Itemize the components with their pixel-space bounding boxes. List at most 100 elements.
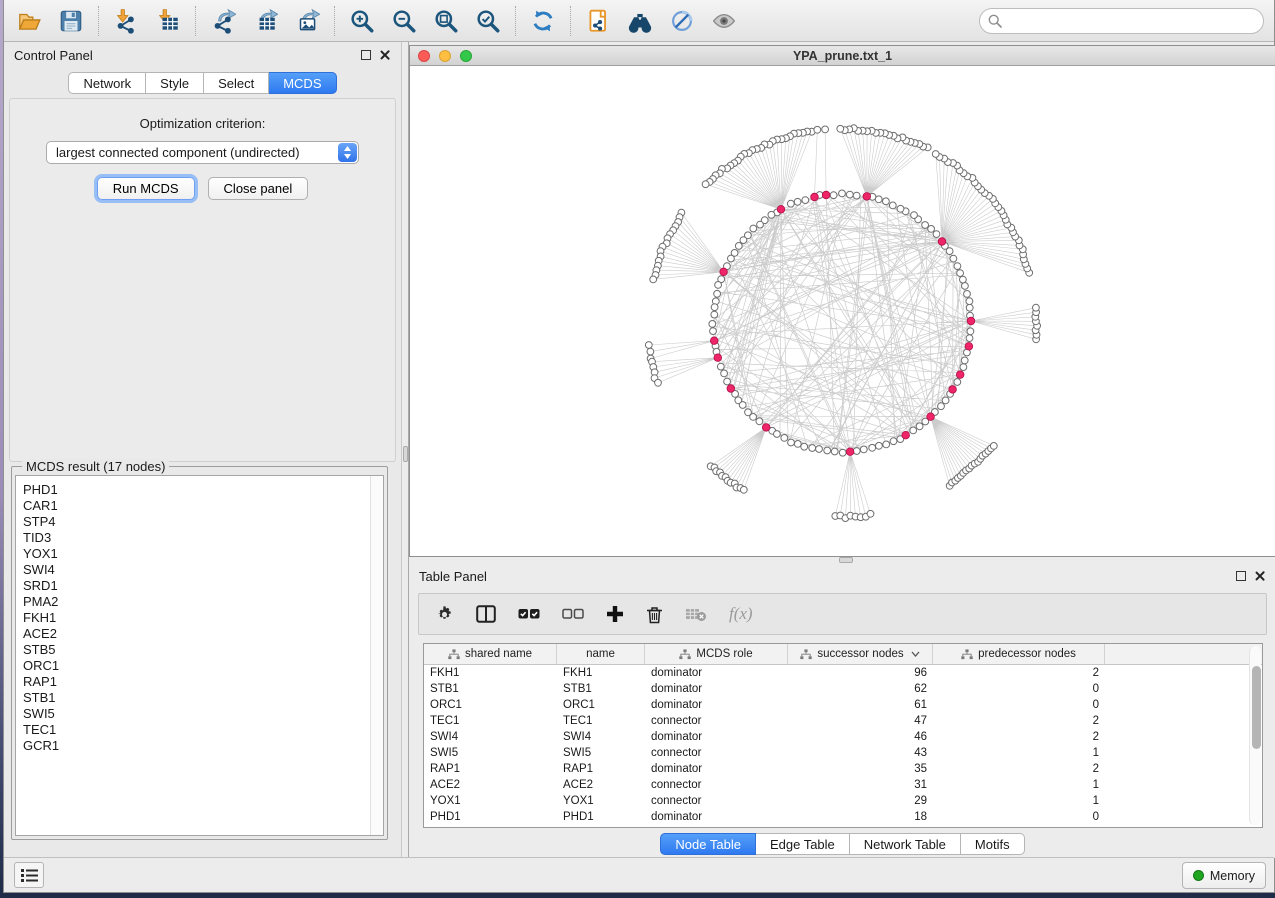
import-network-button[interactable] bbox=[111, 6, 141, 36]
cell-mcds-role[interactable]: dominator bbox=[645, 665, 788, 681]
cell-successor-nodes[interactable]: 43 bbox=[788, 745, 933, 761]
export-table-button[interactable] bbox=[250, 6, 280, 36]
cell-predecessor-nodes[interactable]: 0 bbox=[933, 697, 1105, 713]
network-graph[interactable] bbox=[410, 66, 1275, 556]
tab-mcds[interactable]: MCDS bbox=[269, 72, 336, 94]
float-panel-icon[interactable] bbox=[361, 50, 371, 60]
column-header-mcds-role[interactable]: MCDS role bbox=[645, 644, 788, 664]
cell-shared-name[interactable]: STB1 bbox=[424, 681, 557, 697]
cell-successor-nodes[interactable]: 31 bbox=[788, 777, 933, 793]
cell-successor-nodes[interactable]: 62 bbox=[788, 681, 933, 697]
run-mcds-button[interactable]: Run MCDS bbox=[97, 177, 195, 200]
table-scrollbar-thumb[interactable] bbox=[1252, 666, 1261, 749]
tab-network[interactable]: Network bbox=[68, 72, 146, 94]
cell-shared-name[interactable]: YOX1 bbox=[424, 793, 557, 809]
mcds-result-node[interactable]: PHD1 bbox=[16, 482, 383, 498]
cell-predecessor-nodes[interactable]: 0 bbox=[933, 809, 1105, 825]
mcds-result-node[interactable]: STB5 bbox=[16, 642, 383, 658]
table-row[interactable]: TEC1TEC1connector472 bbox=[424, 713, 1262, 729]
cell-mcds-role[interactable]: connector bbox=[645, 793, 788, 809]
save-session-button[interactable] bbox=[56, 6, 86, 36]
cell-successor-nodes[interactable]: 96 bbox=[788, 665, 933, 681]
close-table-panel-icon[interactable] bbox=[1254, 570, 1266, 582]
new-network-from-selection-button[interactable] bbox=[583, 6, 613, 36]
show-graphics-details-button[interactable] bbox=[709, 6, 739, 36]
mcds-result-node[interactable]: CAR1 bbox=[16, 498, 383, 514]
zoom-fit-button[interactable] bbox=[431, 6, 461, 36]
table-scrollbar[interactable] bbox=[1249, 646, 1261, 825]
refresh-layout-button[interactable] bbox=[528, 6, 558, 36]
cell-name[interactable]: YOX1 bbox=[557, 793, 645, 809]
deselect-all-rows-button[interactable] bbox=[562, 607, 584, 621]
vertical-splitter-handle[interactable] bbox=[403, 446, 408, 462]
zoom-out-button[interactable] bbox=[389, 6, 419, 36]
table-row[interactable]: ORC1ORC1dominator610 bbox=[424, 697, 1262, 713]
cell-successor-nodes[interactable]: 47 bbox=[788, 713, 933, 729]
column-header-successor-nodes[interactable]: successor nodes bbox=[788, 644, 933, 664]
add-column-button[interactable] bbox=[606, 605, 624, 623]
export-image-button[interactable] bbox=[292, 6, 322, 36]
cell-mcds-role[interactable]: dominator bbox=[645, 761, 788, 777]
open-file-button[interactable] bbox=[14, 6, 44, 36]
cell-shared-name[interactable]: TEC1 bbox=[424, 713, 557, 729]
delete-column-button[interactable] bbox=[646, 605, 663, 624]
mcds-result-node[interactable]: FKH1 bbox=[16, 610, 383, 626]
cell-name[interactable]: TEC1 bbox=[557, 713, 645, 729]
find-neighbors-button[interactable] bbox=[625, 6, 655, 36]
cell-shared-name[interactable]: RAP1 bbox=[424, 761, 557, 777]
table-row[interactable]: ACE2ACE2connector311 bbox=[424, 777, 1262, 793]
mcds-result-node[interactable]: STP4 bbox=[16, 514, 383, 530]
cell-mcds-role[interactable]: dominator bbox=[645, 729, 788, 745]
table-row[interactable]: YOX1YOX1connector291 bbox=[424, 793, 1262, 809]
optimization-criterion-select[interactable]: largest connected component (undirected) bbox=[46, 141, 359, 164]
cell-predecessor-nodes[interactable]: 2 bbox=[933, 713, 1105, 729]
show-columns-button[interactable] bbox=[476, 605, 496, 623]
cell-predecessor-nodes[interactable]: 0 bbox=[933, 681, 1105, 697]
cell-name[interactable]: SWI4 bbox=[557, 729, 645, 745]
memory-button[interactable]: Memory bbox=[1182, 862, 1266, 889]
cell-shared-name[interactable]: ACE2 bbox=[424, 777, 557, 793]
cell-mcds-role[interactable]: connector bbox=[645, 713, 788, 729]
mcds-result-node[interactable]: RAP1 bbox=[16, 674, 383, 690]
cell-predecessor-nodes[interactable]: 1 bbox=[933, 745, 1105, 761]
close-panel-icon[interactable] bbox=[379, 49, 391, 61]
table-row[interactable]: RAP1RAP1dominator352 bbox=[424, 761, 1262, 777]
cell-name[interactable]: SWI5 bbox=[557, 745, 645, 761]
table-row[interactable]: SWI4SWI4dominator462 bbox=[424, 729, 1262, 745]
cell-name[interactable]: RAP1 bbox=[557, 761, 645, 777]
mcds-result-node[interactable]: STB1 bbox=[16, 690, 383, 706]
column-header-predecessor-nodes[interactable]: predecessor nodes bbox=[933, 644, 1105, 664]
result-list-scrollbar[interactable] bbox=[370, 476, 383, 835]
cell-mcds-role[interactable]: dominator bbox=[645, 681, 788, 697]
tab-edge-table[interactable]: Edge Table bbox=[756, 833, 850, 855]
tab-select[interactable]: Select bbox=[204, 72, 269, 94]
cell-name[interactable]: FKH1 bbox=[557, 665, 645, 681]
tab-network-table[interactable]: Network Table bbox=[850, 833, 961, 855]
cell-successor-nodes[interactable]: 29 bbox=[788, 793, 933, 809]
tab-node-table[interactable]: Node Table bbox=[660, 833, 756, 855]
table-row[interactable]: FKH1FKH1dominator962 bbox=[424, 665, 1262, 681]
cell-name[interactable]: STB1 bbox=[557, 681, 645, 697]
cell-name[interactable]: PHD1 bbox=[557, 809, 645, 825]
table-row[interactable]: SWI5SWI5connector431 bbox=[424, 745, 1262, 761]
mcds-result-node[interactable]: SRD1 bbox=[16, 578, 383, 594]
show-panels-button[interactable] bbox=[14, 862, 44, 888]
cell-name[interactable]: ORC1 bbox=[557, 697, 645, 713]
cell-successor-nodes[interactable]: 46 bbox=[788, 729, 933, 745]
cell-shared-name[interactable]: ORC1 bbox=[424, 697, 557, 713]
cell-shared-name[interactable]: FKH1 bbox=[424, 665, 557, 681]
zoom-in-button[interactable] bbox=[347, 6, 377, 36]
float-table-panel-icon[interactable] bbox=[1236, 571, 1246, 581]
mcds-result-list[interactable]: PHD1CAR1STP4TID3YOX1SWI4SRD1PMA2FKH1ACE2… bbox=[15, 475, 384, 836]
close-panel-button[interactable]: Close panel bbox=[208, 177, 309, 200]
import-table-button[interactable] bbox=[153, 6, 183, 36]
cell-successor-nodes[interactable]: 61 bbox=[788, 697, 933, 713]
cell-predecessor-nodes[interactable]: 2 bbox=[933, 761, 1105, 777]
cell-predecessor-nodes[interactable]: 1 bbox=[933, 793, 1105, 809]
cell-mcds-role[interactable]: connector bbox=[645, 777, 788, 793]
table-row[interactable]: STB1STB1dominator620 bbox=[424, 681, 1262, 697]
network-window-titlebar[interactable]: YPA_prune.txt_1 bbox=[410, 46, 1275, 66]
cell-name[interactable]: ACE2 bbox=[557, 777, 645, 793]
column-header-name[interactable]: name bbox=[557, 644, 645, 664]
cell-successor-nodes[interactable]: 18 bbox=[788, 809, 933, 825]
